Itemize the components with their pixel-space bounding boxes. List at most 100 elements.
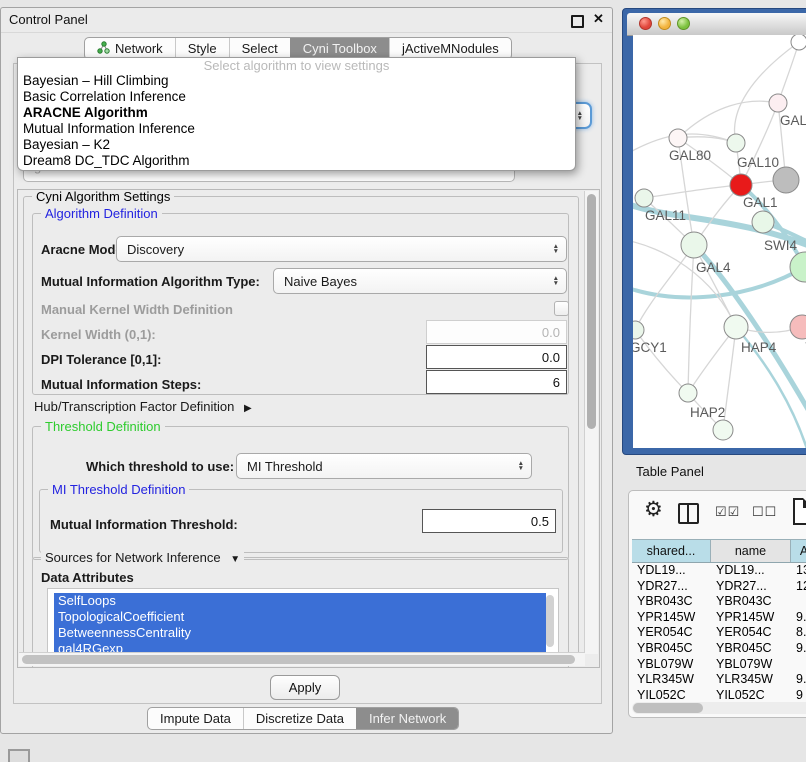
algorithm-menu-item[interactable]: Mutual Information Inference	[18, 121, 575, 137]
tab-jactivemnodules[interactable]: jActiveMNodules	[389, 38, 511, 59]
list-scrollbar-thumb[interactable]	[546, 595, 554, 647]
aracne-mode-combo[interactable]: Discovery ▲▼	[116, 236, 567, 262]
gear-icon[interactable]: ⚙	[644, 497, 663, 522]
table-cell: YIL052C	[632, 688, 711, 699]
tab-select[interactable]: Select	[229, 38, 290, 59]
column-header[interactable]: shared...	[632, 540, 711, 562]
table-panel-title: Table Panel	[636, 464, 704, 479]
table-row[interactable]: YER054CYER054C8.	[632, 625, 806, 641]
group-title: Cyni Algorithm Settings	[32, 189, 174, 204]
minimized-panel-icon[interactable]	[8, 749, 30, 762]
tab-discretize-data[interactable]: Discretize Data	[243, 708, 356, 729]
mi-steps-field[interactable]: 6	[426, 370, 567, 394]
node-GAL10[interactable]	[727, 134, 745, 152]
table-row[interactable]: YBL079WYBL079W	[632, 657, 806, 673]
table-cell	[791, 594, 806, 610]
network-edge[interactable]	[741, 103, 778, 185]
float-window-icon[interactable]	[571, 15, 584, 28]
close-icon[interactable]: ✕	[593, 11, 604, 27]
table-cell	[791, 657, 806, 673]
table-row[interactable]: YIL052CYIL052C9	[632, 688, 806, 699]
network-window-titlebar	[627, 13, 806, 36]
table-row[interactable]: YDR27...YDR27...12	[632, 579, 806, 595]
table-row[interactable]: YBR045CYBR045C9.	[632, 641, 806, 657]
scrollbar-thumb[interactable]	[587, 194, 596, 429]
zoom-traffic-light-icon[interactable]	[677, 17, 690, 30]
table-row[interactable]: YDL19...YDL19...13	[632, 563, 806, 579]
checked-boxes-icon[interactable]: ☑☑	[715, 504, 740, 520]
node-pink-right[interactable]	[790, 315, 806, 339]
node-GAL1-red[interactable]	[730, 174, 752, 196]
network-edge[interactable]	[635, 245, 694, 330]
mi-algorithm-type-combo[interactable]: Naive Bayes ▲▼	[273, 268, 567, 294]
tab-style[interactable]: Style	[175, 38, 229, 59]
scrollbar-thumb[interactable]	[22, 655, 575, 664]
network-canvas[interactable]: GALGAL80GAL10GAL1GAL11SWI4GAL4GCY1HAP4YH…	[633, 35, 806, 448]
node-green-right[interactable]	[790, 252, 806, 282]
node-pink-top[interactable]	[769, 94, 787, 112]
dpi-tolerance-field[interactable]: 0.0	[426, 345, 567, 369]
tab-cyni-toolbox[interactable]: Cyni Toolbox	[290, 38, 389, 59]
tab-infer-network[interactable]: Infer Network	[356, 708, 458, 729]
data-attribute-item[interactable]: TopologicalCoefficient	[54, 609, 546, 625]
tab-label: Select	[242, 41, 278, 56]
columns-icon[interactable]	[678, 503, 699, 524]
node-GAL80[interactable]	[669, 129, 687, 147]
data-attribute-item[interactable]: BetweennessCentrality	[54, 625, 546, 641]
mi-threshold-field[interactable]: 0.5	[422, 509, 556, 533]
algorithm-menu-item[interactable]: ARACNE Algorithm	[18, 105, 575, 121]
table-row[interactable]: YPR145WYPR145W9.	[632, 610, 806, 626]
algorithm-menu-item[interactable]: Dream8 DC_TDC Algorithm	[18, 153, 575, 169]
tab-impute-data[interactable]: Impute Data	[148, 708, 243, 729]
settings-vertical-scrollbar[interactable]	[584, 191, 598, 654]
node-GAL4[interactable]	[681, 232, 707, 258]
table-row[interactable]: YLR345WYLR345W9.	[632, 672, 806, 688]
unchecked-boxes-icon[interactable]: ☐☐	[752, 504, 777, 520]
which-threshold-label: Which threshold to use:	[86, 459, 234, 474]
group-title: MI Threshold Definition	[48, 482, 189, 497]
node-label: SWI4	[764, 238, 797, 253]
hub-definition-toggle[interactable]: Hub/Transcription Factor Definition ▶	[34, 399, 252, 414]
data-attribute-item[interactable]: SelfLoops	[54, 593, 546, 609]
which-threshold-combo[interactable]: MI Threshold ▲▼	[236, 453, 532, 479]
node-HAP4[interactable]	[724, 315, 748, 339]
apply-button[interactable]: Apply	[270, 675, 340, 700]
table-row[interactable]: YBR043CYBR043C	[632, 594, 806, 610]
column-header[interactable]: name	[711, 540, 791, 562]
network-edge[interactable]	[778, 42, 799, 103]
network-edge[interactable]	[644, 185, 741, 198]
network-edge[interactable]	[688, 245, 694, 393]
scrollbar-thumb[interactable]	[633, 703, 703, 713]
network-edge[interactable]	[678, 101, 778, 138]
column-header[interactable]: A	[791, 540, 806, 562]
table-cell: 12	[791, 579, 806, 595]
node-GAL11[interactable]	[635, 189, 653, 207]
node-SWI4[interactable]	[752, 211, 774, 233]
close-traffic-light-icon[interactable]	[639, 17, 652, 30]
algorithm-menu-item[interactable]: Basic Correlation Inference	[18, 89, 575, 105]
sources-toggle[interactable]: Sources for Network Inference ▼	[41, 550, 244, 565]
table-horizontal-scrollbar[interactable]	[632, 702, 806, 714]
settings-scrollpane: Cyni Algorithm Settings Algorithm Defini…	[17, 189, 600, 668]
node-gray[interactable]	[773, 167, 799, 193]
algorithm-menu-item[interactable]: Bayesian – Hill Climbing	[18, 73, 575, 89]
table-cell: YIL052C	[711, 688, 791, 699]
algorithm-dropdown-popup: Select algorithm to view settings Bayesi…	[17, 57, 576, 171]
manual-kernel-checkbox[interactable]	[554, 301, 569, 316]
table-cell: YLR345W	[632, 672, 711, 688]
data-attributes-list[interactable]: SelfLoopsTopologicalCoefficientBetweenne…	[47, 588, 559, 656]
node-bottom[interactable]	[713, 420, 733, 440]
tab-label: Style	[188, 41, 217, 56]
node-HAP2[interactable]	[679, 384, 697, 402]
combo-stepper-icon: ▲▼	[518, 461, 524, 471]
algorithm-menu-item[interactable]: Bayesian – K2	[18, 137, 575, 153]
node-GCY1[interactable]	[633, 321, 644, 339]
settings-horizontal-scrollbar[interactable]	[19, 652, 585, 666]
document-icon[interactable]	[793, 498, 806, 525]
node[interactable]	[791, 35, 806, 50]
group-title: Algorithm Definition	[41, 206, 162, 221]
minimize-traffic-light-icon[interactable]	[658, 17, 671, 30]
kernel-width-field[interactable]: 0.0	[426, 320, 567, 344]
table-cell: YBL079W	[632, 657, 711, 673]
tab-network[interactable]: Network	[85, 38, 175, 59]
